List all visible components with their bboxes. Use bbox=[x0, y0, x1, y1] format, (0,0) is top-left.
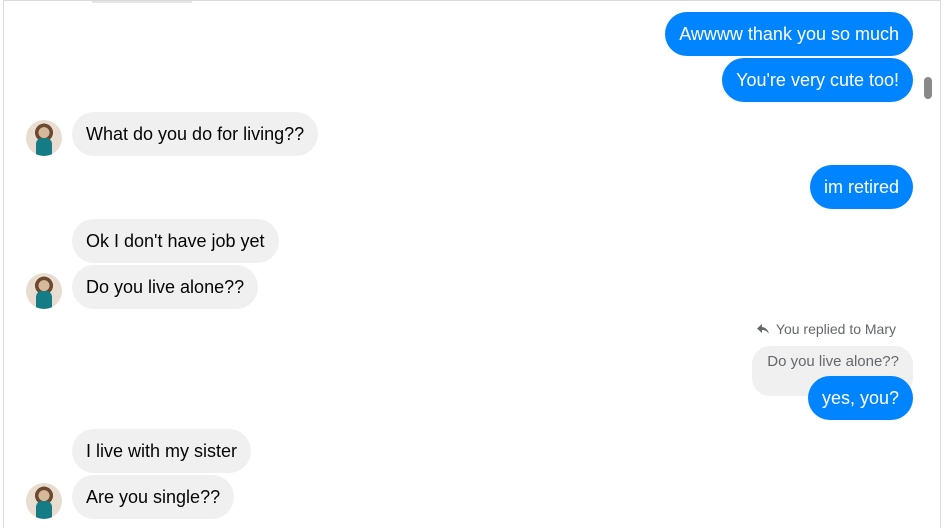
contact-avatar[interactable] bbox=[26, 273, 62, 309]
message-incoming[interactable]: Ok I don't have job yet bbox=[72, 219, 279, 263]
contact-avatar[interactable] bbox=[26, 120, 62, 156]
contact-avatar[interactable] bbox=[26, 483, 62, 519]
chat-panel: Awwww thank you so much You're very cute… bbox=[3, 0, 941, 528]
message-outgoing[interactable]: You're very cute too! bbox=[722, 58, 913, 102]
message-incoming[interactable]: Are you single?? bbox=[72, 475, 235, 519]
scrollbar-thumb[interactable] bbox=[924, 77, 932, 99]
reply-note-text: You replied to Mary bbox=[775, 321, 896, 337]
message-incoming[interactable]: What do you do for living?? bbox=[72, 112, 319, 156]
top-divider bbox=[92, 1, 192, 3]
message-outgoing[interactable]: Awwww thank you so much bbox=[665, 12, 913, 56]
message-outgoing[interactable]: im retired bbox=[809, 165, 913, 209]
message-incoming[interactable]: I live with my sister bbox=[72, 429, 252, 473]
message-outgoing[interactable]: yes, you? bbox=[807, 376, 913, 420]
reply-context: You replied to Mary bbox=[756, 321, 896, 337]
message-incoming[interactable]: Do you live alone?? bbox=[72, 265, 259, 309]
reply-arrow-icon bbox=[756, 324, 769, 334]
